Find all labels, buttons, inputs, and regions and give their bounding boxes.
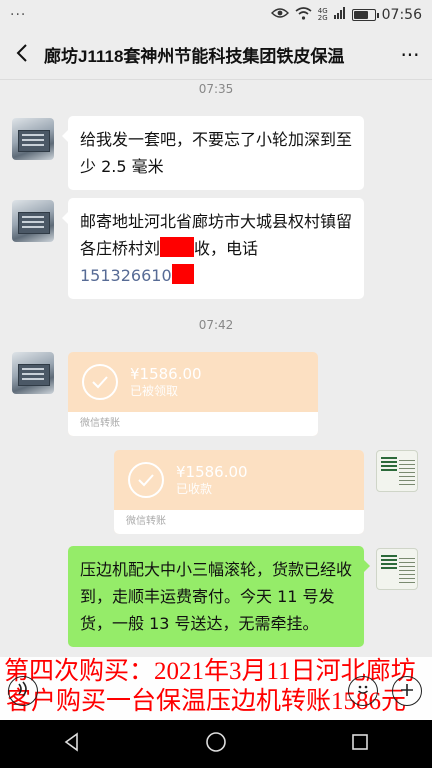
my-avatar[interactable] bbox=[376, 450, 418, 492]
transfer-amount: ¥1586.00 bbox=[130, 365, 202, 383]
transfer-card[interactable]: ¥1586.00 已被领取 微信转账 bbox=[68, 352, 318, 436]
message-bubble[interactable]: 邮寄地址河北省廊坊市大城县权村镇留各庄桥村刘 收，电话 151326610 bbox=[62, 198, 364, 299]
transfer-top: ¥1586.00 已被领取 bbox=[68, 352, 318, 412]
transfer-card[interactable]: ¥1586.00 已收款 微信转账 bbox=[114, 450, 364, 534]
battery-fill bbox=[353, 11, 368, 19]
voice-icon bbox=[16, 680, 30, 702]
contact-avatar[interactable] bbox=[12, 352, 54, 394]
battery-icon bbox=[351, 9, 379, 21]
wifi-icon bbox=[295, 6, 312, 24]
voice-button[interactable] bbox=[8, 676, 38, 706]
network-type: 4G 2G bbox=[318, 8, 328, 22]
transfer-top: ¥1586.00 已收款 bbox=[114, 450, 364, 510]
nav-recents-icon[interactable] bbox=[350, 732, 370, 756]
checkmark-icon bbox=[82, 364, 118, 400]
transfer-status: 已收款 bbox=[176, 482, 213, 496]
more-button[interactable]: ··· bbox=[388, 30, 432, 80]
transfer-info: ¥1586.00 已被领取 bbox=[130, 365, 202, 399]
eye-icon bbox=[270, 7, 289, 23]
transfer-footer: 微信转账 bbox=[114, 510, 364, 534]
redaction-mark bbox=[171, 264, 194, 284]
network-bottom-label: 2G bbox=[317, 14, 328, 22]
message-bubble[interactable]: 压边机配大中小三幅滚轮，货款已经收到，走顺丰运费寄付。今天 11 号发货，一般 … bbox=[68, 546, 370, 647]
checkmark-icon bbox=[128, 462, 164, 498]
status-dots: ··· bbox=[10, 7, 27, 23]
phone-number-link[interactable]: 151326610 bbox=[80, 266, 172, 285]
timestamp: 07:42 bbox=[198, 318, 234, 332]
nav-back-icon[interactable] bbox=[62, 732, 82, 756]
emoji-button[interactable] bbox=[348, 676, 378, 706]
chat-header: 廊坊J1118套神州节能科技集团铁皮保温 ··· bbox=[0, 30, 432, 80]
plus-button[interactable] bbox=[392, 676, 422, 706]
chat-title: 廊坊J1118套神州节能科技集团铁皮保温 bbox=[44, 47, 345, 66]
message-text: 收，电话 bbox=[194, 239, 259, 258]
contact-avatar[interactable] bbox=[12, 118, 54, 160]
chevron-left-icon bbox=[16, 43, 28, 67]
nav-home-icon[interactable] bbox=[205, 731, 227, 757]
status-icons: 4G 2G 07:56 bbox=[270, 6, 422, 24]
my-avatar[interactable] bbox=[376, 548, 418, 590]
timestamp: 07:35 bbox=[198, 82, 234, 96]
plus-icon bbox=[400, 681, 414, 702]
transfer-footer: 微信转账 bbox=[68, 412, 318, 436]
message-text: 给我发一套吧，不要忘了小轮加深到至少 2.5 毫米 bbox=[80, 130, 353, 176]
status-bar: ··· 4G 2G 07:56 bbox=[0, 0, 432, 30]
message-bubble[interactable]: 给我发一套吧，不要忘了小轮加深到至少 2.5 毫米 bbox=[62, 116, 364, 190]
transfer-amount: ¥1586.00 bbox=[176, 463, 248, 481]
message-list[interactable]: 07:35 给我发一套吧，不要忘了小轮加深到至少 2.5 毫米 邮寄地址河北省廊… bbox=[0, 80, 432, 720]
transfer-info: ¥1586.00 已收款 bbox=[176, 463, 248, 497]
navigation-bar bbox=[0, 720, 432, 768]
contact-avatar[interactable] bbox=[12, 200, 54, 242]
more-icon: ··· bbox=[400, 42, 420, 67]
redaction-mark bbox=[160, 237, 195, 257]
status-time: 07:56 bbox=[381, 7, 422, 23]
back-button[interactable] bbox=[0, 30, 44, 80]
emoji-icon bbox=[354, 680, 372, 703]
signal-icon bbox=[333, 7, 346, 23]
message-text: 压边机配大中小三幅滚轮，货款已经收到，走顺丰运费寄付。今天 11 号发货，一般 … bbox=[80, 560, 353, 633]
transfer-status: 已被领取 bbox=[130, 384, 179, 398]
